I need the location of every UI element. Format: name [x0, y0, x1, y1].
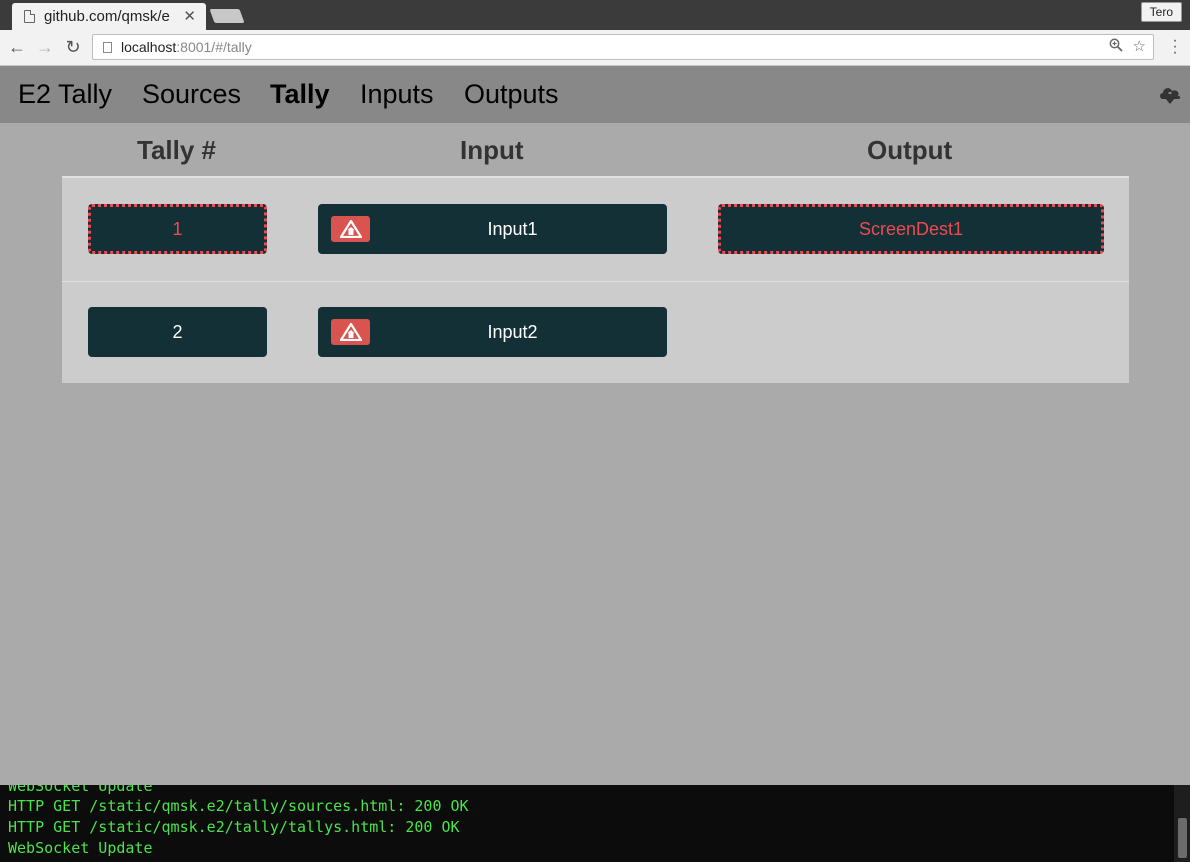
forward-icon[interactable]: →: [34, 36, 56, 58]
column-header-tally: Tally #: [137, 135, 217, 165]
log-line: WebSocket Update: [8, 839, 153, 857]
page-info-icon[interactable]: [103, 41, 112, 53]
output-cell-1[interactable]: ScreenDest1: [718, 204, 1104, 254]
tally-table: 1 Input1 ScreenDest1 2 Input2: [62, 176, 1129, 383]
input-label: Input2: [487, 321, 538, 342]
row-divider: [62, 281, 1129, 282]
warning-icon: [331, 216, 370, 242]
back-icon[interactable]: ←: [6, 36, 28, 58]
tally-cell-2[interactable]: 2: [88, 307, 267, 357]
app-navbar: E2 Tally Sources Tally Inputs Outputs: [0, 66, 1190, 123]
profile-button[interactable]: Tero: [1140, 2, 1182, 22]
reload-icon[interactable]: ↻: [62, 36, 84, 58]
browser-tabstrip: github.com/qmsk/e ✕ Tero: [0, 0, 1190, 30]
input-cell-2[interactable]: Input2: [318, 307, 667, 357]
terminal-scrollbar[interactable]: [1174, 785, 1190, 862]
log-line: HTTP GET /static/qmsk.e2/tally/tallys.ht…: [8, 818, 460, 836]
zoom-icon[interactable]: [1109, 38, 1123, 56]
address-bar[interactable]: localhost:8001/#/tally ☆: [92, 34, 1154, 60]
nav-link-outputs[interactable]: Outputs: [464, 79, 559, 110]
close-icon[interactable]: ✕: [183, 7, 196, 25]
tab-title: github.com/qmsk/e: [44, 8, 170, 25]
new-tab-button[interactable]: [209, 9, 245, 23]
nav-link-sources[interactable]: Sources: [142, 79, 241, 110]
input-cell-1[interactable]: Input1: [318, 204, 667, 254]
terminal-log: WebSocket Update HTTP GET /static/qmsk.e…: [0, 785, 1190, 862]
column-header-input: Input: [460, 135, 524, 165]
cloud-download-icon[interactable]: [1158, 84, 1182, 106]
browser-tab[interactable]: github.com/qmsk/e ✕: [12, 3, 206, 30]
browser-menu-icon[interactable]: · · ·: [1172, 33, 1178, 61]
url-path: :8001/#/tally: [176, 39, 252, 55]
log-line: WebSocket Update: [8, 785, 153, 795]
brand-link[interactable]: E2 Tally: [18, 79, 112, 110]
input-label: Input1: [487, 218, 538, 239]
nav-link-tally[interactable]: Tally: [270, 79, 330, 110]
browser-toolbar: ← → ↻ localhost:8001/#/tally ☆ · · ·: [0, 30, 1190, 66]
column-header-output: Output: [867, 135, 953, 165]
nav-link-inputs[interactable]: Inputs: [360, 79, 434, 110]
bookmark-star-icon[interactable]: ☆: [1133, 37, 1146, 55]
tally-cell-1[interactable]: 1: [88, 204, 267, 254]
log-line: HTTP GET /static/qmsk.e2/tally/sources.h…: [8, 797, 469, 815]
document-icon: [24, 10, 35, 23]
scrollbar-thumb[interactable]: [1178, 818, 1187, 858]
warning-icon: [331, 319, 370, 345]
url-host: localhost: [121, 39, 177, 55]
